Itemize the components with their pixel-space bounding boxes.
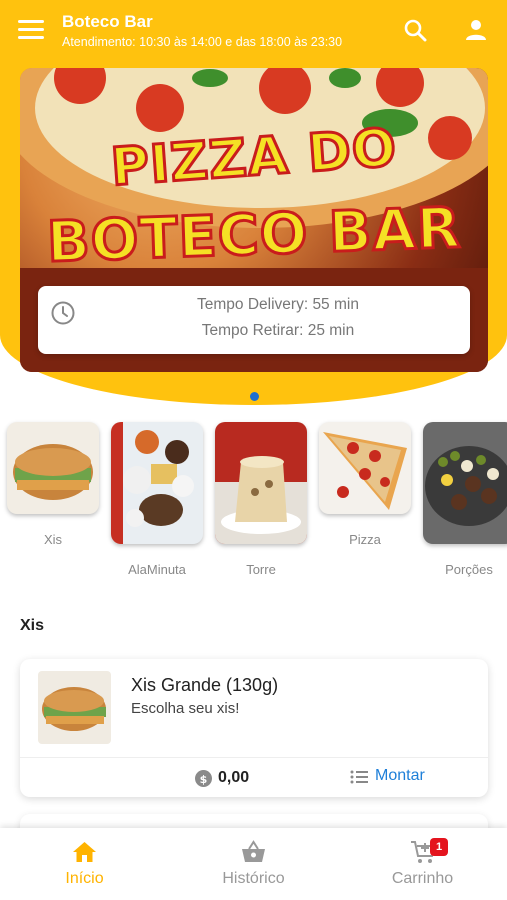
product-title: Xis Grande (130g) [131, 675, 279, 695]
delivery-info-box: Tempo Delivery: 55 min Tempo Retirar: 25… [38, 286, 470, 354]
category-pizza[interactable]: Pizza [319, 422, 411, 547]
alaminuta-image [111, 422, 203, 544]
nav-historico[interactable]: Histórico [169, 828, 338, 900]
product-description: Escolha seu xis! [131, 700, 240, 717]
home-icon [73, 842, 96, 862]
card-divider [20, 757, 488, 758]
category-alaminuta[interactable]: AlaMinuta [111, 422, 203, 577]
section-title: Xis [20, 617, 45, 634]
pickup-time: Tempo Retirar: 25 min [201, 322, 355, 339]
xis-image [7, 422, 99, 514]
category-label: AlaMinuta [128, 562, 186, 577]
clock-icon [50, 300, 76, 326]
category-label: Xis [43, 532, 63, 547]
list-icon [350, 770, 368, 784]
montar-label: Montar [375, 767, 425, 784]
user-account-icon[interactable] [464, 18, 488, 42]
nav-label: Histórico [222, 870, 285, 887]
product-image [38, 671, 111, 744]
nav-inicio[interactable]: Início [0, 828, 169, 900]
delivery-time: Tempo Delivery: 55 min [197, 296, 359, 313]
top-bar: Boteco Bar Atendimento: 10:30 às 14:00 e… [0, 0, 507, 62]
cart-count-badge: 1 [430, 838, 448, 856]
product-card[interactable]: Xis Grande (130g) Escolha seu xis! $ 0,0… [20, 659, 488, 797]
bottom-navigation: Início Histórico 1 Carrinho [0, 828, 507, 900]
pizza-image [319, 422, 411, 514]
category-label: Torre [246, 562, 276, 577]
torre-image [215, 422, 307, 544]
category-list: Xis AlaMinuta Torre Pizza Porções [0, 420, 507, 590]
category-torre[interactable]: Torre [215, 422, 307, 577]
currency-coin-icon: $ [195, 770, 212, 787]
category-label: Pizza [349, 532, 381, 547]
nav-label: Início [65, 870, 104, 887]
nav-label: Carrinho [391, 870, 454, 887]
opening-hours: Atendimento: 10:30 às 14:00 e das 18:00 … [62, 35, 343, 49]
carousel-indicator-dot[interactable] [250, 392, 259, 401]
hamburger-menu-icon[interactable] [18, 20, 44, 40]
porcoes-image [423, 422, 507, 544]
product-price: 0,00 [218, 769, 250, 786]
svg-text:$: $ [200, 773, 208, 786]
basket-icon [242, 840, 265, 862]
search-icon[interactable] [403, 18, 427, 42]
nav-carrinho[interactable]: 1 Carrinho [338, 828, 507, 900]
category-porcoes[interactable]: Porções [423, 422, 507, 577]
category-xis[interactable]: Xis [7, 422, 99, 547]
app-title: Boteco Bar [62, 12, 153, 31]
promo-banner[interactable]: PIZZA DO BOTECO BAR Tempo Delivery: 55 m… [20, 68, 488, 372]
category-label: Porções [445, 562, 493, 577]
